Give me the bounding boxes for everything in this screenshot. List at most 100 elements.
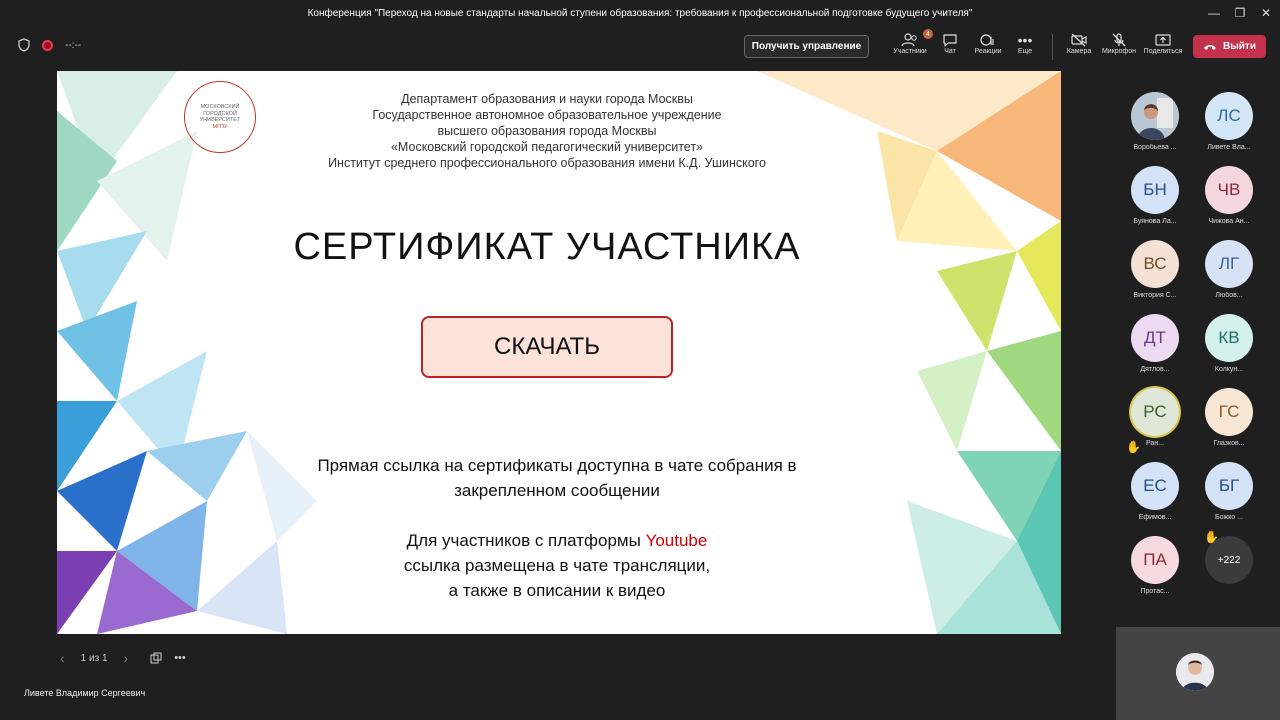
participant-avatar: ПА	[1131, 536, 1179, 584]
window-title-bar: Конференция "Переход на новые стандарты …	[0, 0, 1280, 26]
toolbar-divider	[1052, 34, 1053, 60]
participant-tile[interactable]: +222 ✋	[1194, 530, 1264, 584]
shield-icon[interactable]	[18, 38, 30, 52]
participant-name: Чижова Ан...	[1208, 218, 1250, 225]
participant-name: Протас...	[1140, 588, 1170, 595]
chat-link-info: Прямая ссылка на сертификаты доступна в …	[247, 453, 867, 503]
info-line: Прямая ссылка на сертификаты доступна в …	[317, 456, 797, 475]
participant-avatar: ДТ	[1131, 314, 1179, 362]
participant-photo	[1131, 92, 1179, 140]
info-line: а также в описании к видео	[448, 581, 666, 600]
share-button[interactable]: Поделиться	[1143, 32, 1183, 55]
reactions-label: Реакции	[974, 48, 1002, 55]
download-button[interactable]: СКАЧАТЬ	[421, 316, 673, 378]
participant-avatar: БГ	[1205, 462, 1253, 510]
slide-counter: 1 из 1	[80, 652, 108, 664]
participant-tile[interactable]: ЧВ Чижова Ан...	[1194, 166, 1264, 225]
participant-name: Глазков...	[1213, 440, 1245, 447]
participant-name: Любов...	[1215, 292, 1243, 299]
dept-line: Государственное автономное образовательн…	[372, 108, 722, 122]
meeting-timer: --:--	[65, 39, 82, 51]
next-slide-icon[interactable]: ›	[124, 650, 129, 666]
participant-avatar: ГС	[1205, 388, 1253, 436]
slide-more-icon[interactable]: •••	[174, 652, 186, 664]
participant-tile[interactable]: БН Буянова Ла...	[1120, 166, 1190, 225]
info-line: Для участников с платформы Youtube	[247, 528, 867, 553]
participant-tile[interactable]: КВ Колкун...	[1194, 314, 1264, 373]
share-screen-icon	[1155, 34, 1171, 46]
raised-hand-icon: ✋	[1126, 440, 1141, 454]
participant-avatar: ВС	[1131, 240, 1179, 288]
presenter-name: Ливете Владимир Сергеевич	[24, 688, 146, 698]
leave-label: Выйти	[1223, 41, 1256, 52]
participant-avatar: ЕС	[1131, 462, 1179, 510]
slides-overview-icon[interactable]	[150, 652, 162, 664]
people-icon	[901, 33, 917, 47]
chat-button[interactable]: Чат	[930, 32, 970, 55]
mic-label: Микрофон	[1101, 48, 1137, 55]
participant-avatar: РС	[1131, 388, 1179, 436]
participant-tile[interactable]: ЕС Ефимов...	[1120, 462, 1190, 521]
participant-name: Божко ...	[1215, 514, 1243, 521]
camera-off-icon	[1071, 33, 1087, 47]
participant-avatar: ЧВ	[1205, 166, 1253, 214]
youtube-info: Для участников с платформы Youtube ссылк…	[247, 528, 867, 603]
participant-tile[interactable]: ГС Глазков...	[1194, 388, 1264, 447]
logo-line: МГПУ	[212, 123, 228, 130]
participant-name: Дятлов...	[1140, 366, 1170, 373]
participant-tile[interactable]: ЛС Ливете Вла...	[1194, 92, 1264, 151]
camera-button[interactable]: Камера	[1059, 32, 1099, 55]
microphone-button[interactable]: Микрофон	[1099, 32, 1139, 55]
dept-line: высшего образования города Москвы	[437, 124, 657, 138]
self-avatar	[1176, 653, 1214, 691]
more-button[interactable]: ••• Еще	[1005, 32, 1045, 55]
participant-tile[interactable]: ПА Протас...	[1120, 536, 1190, 595]
info-line: закрепленном сообщении	[454, 481, 660, 500]
participant-tile[interactable]: РС ✋ Ран...	[1120, 388, 1190, 454]
phone-hangup-icon	[1204, 44, 1217, 50]
chat-label: Чат	[944, 48, 956, 55]
slide-navigation: ‹ 1 из 1 › •••	[60, 650, 186, 666]
participant-tile[interactable]: ДТ Дятлов...	[1120, 314, 1190, 373]
reactions-button[interactable]: Реакции	[968, 32, 1008, 55]
recording-indicator-icon	[42, 39, 53, 51]
more-label: Еще	[1017, 48, 1033, 55]
participant-avatar: ЛС	[1205, 92, 1253, 140]
participant-name: Виктория С...	[1133, 292, 1177, 299]
request-control-button[interactable]: Получить управление	[744, 35, 869, 58]
leave-button[interactable]: Выйти	[1193, 35, 1266, 58]
participants-label: Участники	[893, 48, 927, 55]
raised-hand-icon: ✋	[1204, 530, 1219, 544]
dept-line: Департамент образования и науки города М…	[401, 92, 693, 106]
participant-name: Ефимов...	[1138, 514, 1172, 521]
meeting-toolbar: --:-- Получить управление 4 Участники Ча…	[0, 26, 1280, 66]
window-title: Конференция "Переход на новые стандарты …	[307, 7, 973, 19]
mgpu-logo: МОСКОВСКИЙ ГОРОДСКОЙ УНИВЕРСИТЕТ МГПУ	[184, 81, 256, 153]
previous-slide-icon[interactable]: ‹	[60, 650, 65, 666]
toolbar-left: --:--	[18, 38, 81, 52]
self-video-tile[interactable]	[1116, 627, 1280, 720]
participant-avatar: КВ	[1205, 314, 1253, 362]
close-window-button[interactable]: ✕	[1248, 0, 1280, 26]
participant-tile[interactable]: ЛГ Любов...	[1194, 240, 1264, 299]
youtube-text: Youtube	[645, 531, 708, 550]
info-line: ссылка размещена в чате трансляции,	[403, 556, 711, 575]
dept-line: Институт среднего профессионального обра…	[328, 156, 766, 170]
hand-reaction-icon	[980, 34, 994, 46]
dept-line: «Московский городской педагогический уни…	[390, 140, 703, 154]
chat-icon	[943, 34, 957, 47]
mic-off-icon	[1112, 33, 1126, 47]
share-label: Поделиться	[1143, 48, 1183, 55]
participants-button[interactable]: 4 Участники	[890, 29, 933, 55]
shared-presentation-slide: МОСКОВСКИЙ ГОРОДСКОЙ УНИВЕРСИТЕТ МГПУ Де…	[57, 71, 1061, 634]
participant-name: Ливете Вла...	[1207, 144, 1251, 151]
participant-tile[interactable]: ВС Виктория С...	[1120, 240, 1190, 299]
more-dots-icon: •••	[1017, 32, 1033, 48]
participant-tile[interactable]: БГ Божко ...	[1194, 462, 1264, 521]
info-prefix: Для участников с платформы	[406, 531, 646, 550]
participant-name: Колкун...	[1214, 366, 1244, 373]
camera-label: Камера	[1066, 48, 1092, 55]
participant-tile[interactable]: Воробьева ...	[1120, 92, 1190, 151]
certificate-title: СЕРТИФИКАТ УЧАСТНИКА	[293, 226, 801, 268]
participant-name: Буянова Ла...	[1133, 218, 1177, 225]
